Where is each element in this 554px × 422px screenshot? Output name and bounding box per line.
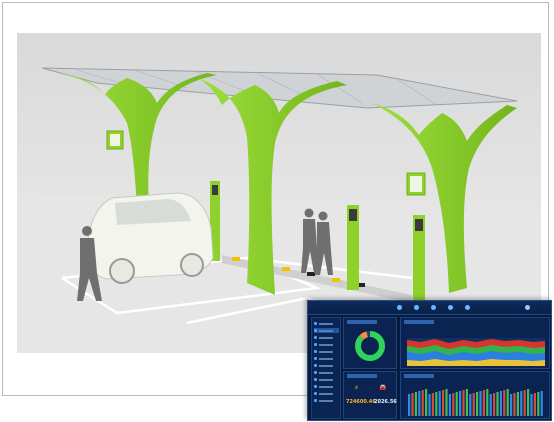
- bar: [486, 389, 489, 416]
- car-stat-icon: 🚘: [379, 384, 387, 391]
- sidebar-item[interactable]: [314, 370, 339, 375]
- bottom-chart-panel: [400, 371, 550, 419]
- bar: [462, 390, 465, 416]
- bar: [516, 392, 519, 416]
- sidebar-item[interactable]: [314, 349, 339, 354]
- user-icon[interactable]: [520, 303, 534, 312]
- bar: [428, 394, 431, 416]
- bar: [469, 394, 472, 416]
- bar: [418, 391, 421, 416]
- bar: [414, 392, 417, 416]
- bar: [421, 390, 424, 416]
- bar: [510, 394, 513, 416]
- sidebar-item[interactable]: [314, 335, 339, 340]
- bar: [472, 393, 475, 416]
- bar: [493, 393, 496, 416]
- bar: [411, 393, 414, 416]
- canopy-sign-right-screen: [410, 176, 422, 192]
- dashboard-header: [308, 301, 551, 315]
- status-donut-panel: [343, 317, 397, 369]
- sidebar-item[interactable]: [314, 398, 339, 403]
- bar: [540, 391, 543, 416]
- bar: [506, 389, 509, 416]
- bar: [452, 393, 455, 416]
- stats-panel: ⚡ 🚘 724600.46 2026.56: [343, 371, 397, 419]
- sidebar-item[interactable]: [314, 342, 339, 347]
- bar: [445, 389, 448, 416]
- monitoring-dashboard: ⚡ 🚘 724600.46 2026.56: [307, 300, 552, 421]
- bar: [527, 389, 530, 416]
- canopy-sign-left-screen: [110, 134, 120, 146]
- panel-title: [347, 374, 377, 378]
- sidebar-item[interactable]: [314, 363, 339, 368]
- bar: [523, 390, 526, 416]
- car-icon[interactable]: [443, 303, 457, 312]
- lightning-icon: ⚡: [354, 384, 359, 392]
- bar: [496, 392, 499, 416]
- bar: [513, 393, 516, 416]
- bar: [520, 391, 523, 416]
- electric-car: [86, 192, 214, 284]
- bar: [442, 390, 445, 416]
- home-icon[interactable]: [392, 303, 406, 312]
- settings-icon[interactable]: [460, 303, 474, 312]
- bar: [435, 392, 438, 416]
- bar: [482, 390, 485, 416]
- top-chart-panel: [400, 317, 550, 369]
- energy-total: 724600.46: [346, 399, 376, 405]
- chart-icon[interactable]: [409, 303, 423, 312]
- count-total: 2026.56: [374, 399, 397, 405]
- bar: [533, 393, 536, 416]
- bar: [465, 389, 468, 416]
- bar: [459, 391, 462, 416]
- dashboard-sidebar: [311, 317, 341, 419]
- stacked-area-chart: [407, 338, 545, 366]
- bar: [431, 393, 434, 416]
- bar-chart: [408, 389, 543, 416]
- sidebar-item[interactable]: [314, 391, 339, 396]
- bar: [455, 392, 458, 416]
- bar: [425, 389, 428, 416]
- bar: [503, 390, 506, 416]
- bar: [448, 394, 451, 416]
- bar: [408, 394, 411, 416]
- sidebar-item[interactable]: [314, 377, 339, 382]
- sidebar-item[interactable]: [314, 328, 339, 333]
- sidebar-item[interactable]: [314, 356, 339, 361]
- sidebar-item[interactable]: [314, 384, 339, 389]
- station-icon[interactable]: [426, 303, 440, 312]
- bar: [537, 392, 540, 416]
- bar: [530, 394, 533, 416]
- bar: [476, 392, 479, 416]
- donut-chart: [355, 331, 385, 361]
- bar: [479, 391, 482, 416]
- bar: [489, 394, 492, 416]
- bar: [438, 391, 441, 416]
- sidebar-item[interactable]: [314, 321, 339, 326]
- bar: [499, 391, 502, 416]
